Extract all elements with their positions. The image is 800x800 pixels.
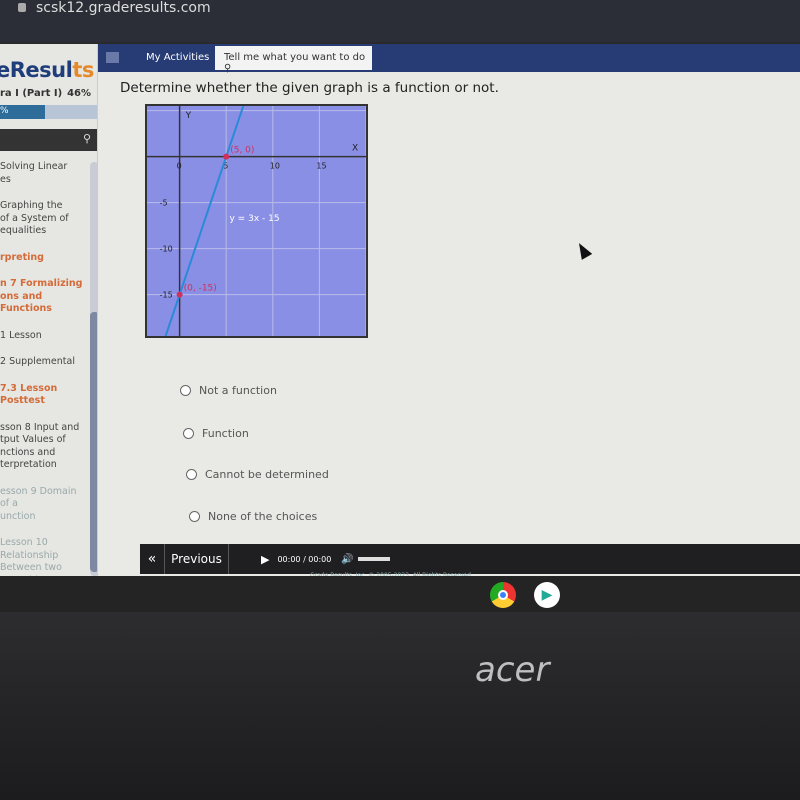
sidebar-item[interactable]: Lesson 10 Relationship Between two Quant… (0, 537, 83, 576)
player-bar: « Previous ▶ 00:00 / 00:00 🔊 (140, 544, 800, 574)
sidebar-item[interactable]: 1 Lesson (0, 330, 83, 343)
radio-button[interactable] (183, 428, 194, 439)
question-text: Determine whether the given graph is a f… (120, 80, 499, 96)
option-not-a-function[interactable]: Not a function (180, 384, 277, 397)
sidebar-item[interactable]: 7.3 Lesson Posttest (0, 383, 83, 408)
course-percent: 46% (67, 88, 91, 99)
option-cannot-be-determined[interactable]: Cannot be determined (186, 468, 329, 481)
y-tick-label: -15 (160, 291, 173, 300)
sidebar-item[interactable]: esson 9 Domain of a unction (0, 486, 83, 524)
app-window: eResults ra I (Part I)46% % ⚲ Solving Li… (0, 44, 800, 579)
sidebar-item[interactable]: sson 8 Input and tput Values of nctions … (0, 422, 83, 472)
sidebar: eResults ra I (Part I)46% % ⚲ Solving Li… (0, 44, 98, 576)
sidebar-item[interactable]: rpreting (0, 252, 83, 265)
sidebar-item[interactable]: Solving Linear es (0, 161, 83, 186)
laptop-bezel: acer (0, 612, 800, 800)
option-function[interactable]: Function (183, 427, 249, 440)
radio-button[interactable] (189, 511, 200, 522)
url-text[interactable]: scsk12.graderesults.com (36, 0, 211, 16)
brand-logo: acer (475, 650, 550, 690)
option-none-of-the-choices[interactable]: None of the choices (189, 510, 317, 523)
radio-button[interactable] (186, 469, 197, 480)
my-activities-link[interactable]: My Activities (146, 52, 209, 63)
sidebar-item[interactable]: n 7 Formalizing ons and Functions (0, 278, 83, 316)
y-tick-label: -10 (160, 245, 173, 254)
x-axis-label: X (352, 144, 358, 154)
chrome-icon[interactable] (490, 582, 516, 608)
point-marker (176, 291, 183, 298)
function-graph: X Y 0 5 10 15 -5 -10 -15 y = 3x - 15 (5, 0) (0, -15… (145, 104, 368, 342)
browser-url-bar[interactable]: scsk12.graderesults.com (0, 0, 800, 42)
audio-time: 00:00 / 00:00 (277, 554, 332, 564)
equation-label: y = 3x - 15 (230, 214, 280, 224)
point-label: (0, -15) (184, 284, 217, 294)
sidebar-item[interactable]: 2 Supplemental (0, 356, 83, 369)
x-tick-label: 10 (270, 162, 280, 171)
y-tick-label: -5 (160, 199, 168, 208)
help-search-input[interactable]: Tell me what you want to do ⚲ (215, 46, 372, 74)
top-nav: My Activities Tell me what you want to d… (98, 44, 800, 74)
play-store-icon[interactable]: ▶ (534, 582, 560, 608)
progress-bar: % (0, 105, 97, 119)
course-title: ra I (Part I) 46% (0, 88, 91, 99)
point-label: (5, 0) (230, 146, 254, 156)
sidebar-search[interactable]: ⚲ (0, 129, 97, 151)
sidebar-scrollbar[interactable] (90, 162, 97, 576)
radio-button[interactable] (180, 385, 191, 396)
taskbar (0, 576, 800, 612)
search-icon: ⚲ (82, 132, 91, 145)
volume-icon[interactable]: 🔊 (341, 554, 353, 565)
x-tick-label: 15 (316, 162, 326, 171)
mouse-cursor (573, 240, 593, 260)
volume-slider[interactable] (357, 557, 390, 561)
play-icon[interactable]: ▶ (261, 553, 269, 566)
point-marker (223, 153, 230, 160)
search-icon: ⚲ (224, 63, 232, 74)
first-button[interactable]: « (140, 544, 165, 574)
sidebar-item[interactable]: Graphing the of a System of equalities (0, 200, 83, 238)
logo: eResults (0, 58, 94, 82)
menu-icon[interactable] (106, 52, 119, 63)
lock-icon (18, 3, 26, 12)
y-axis-label: Y (185, 111, 192, 121)
x-tick-label: 0 (177, 162, 182, 171)
previous-button[interactable]: Previous (165, 544, 229, 574)
